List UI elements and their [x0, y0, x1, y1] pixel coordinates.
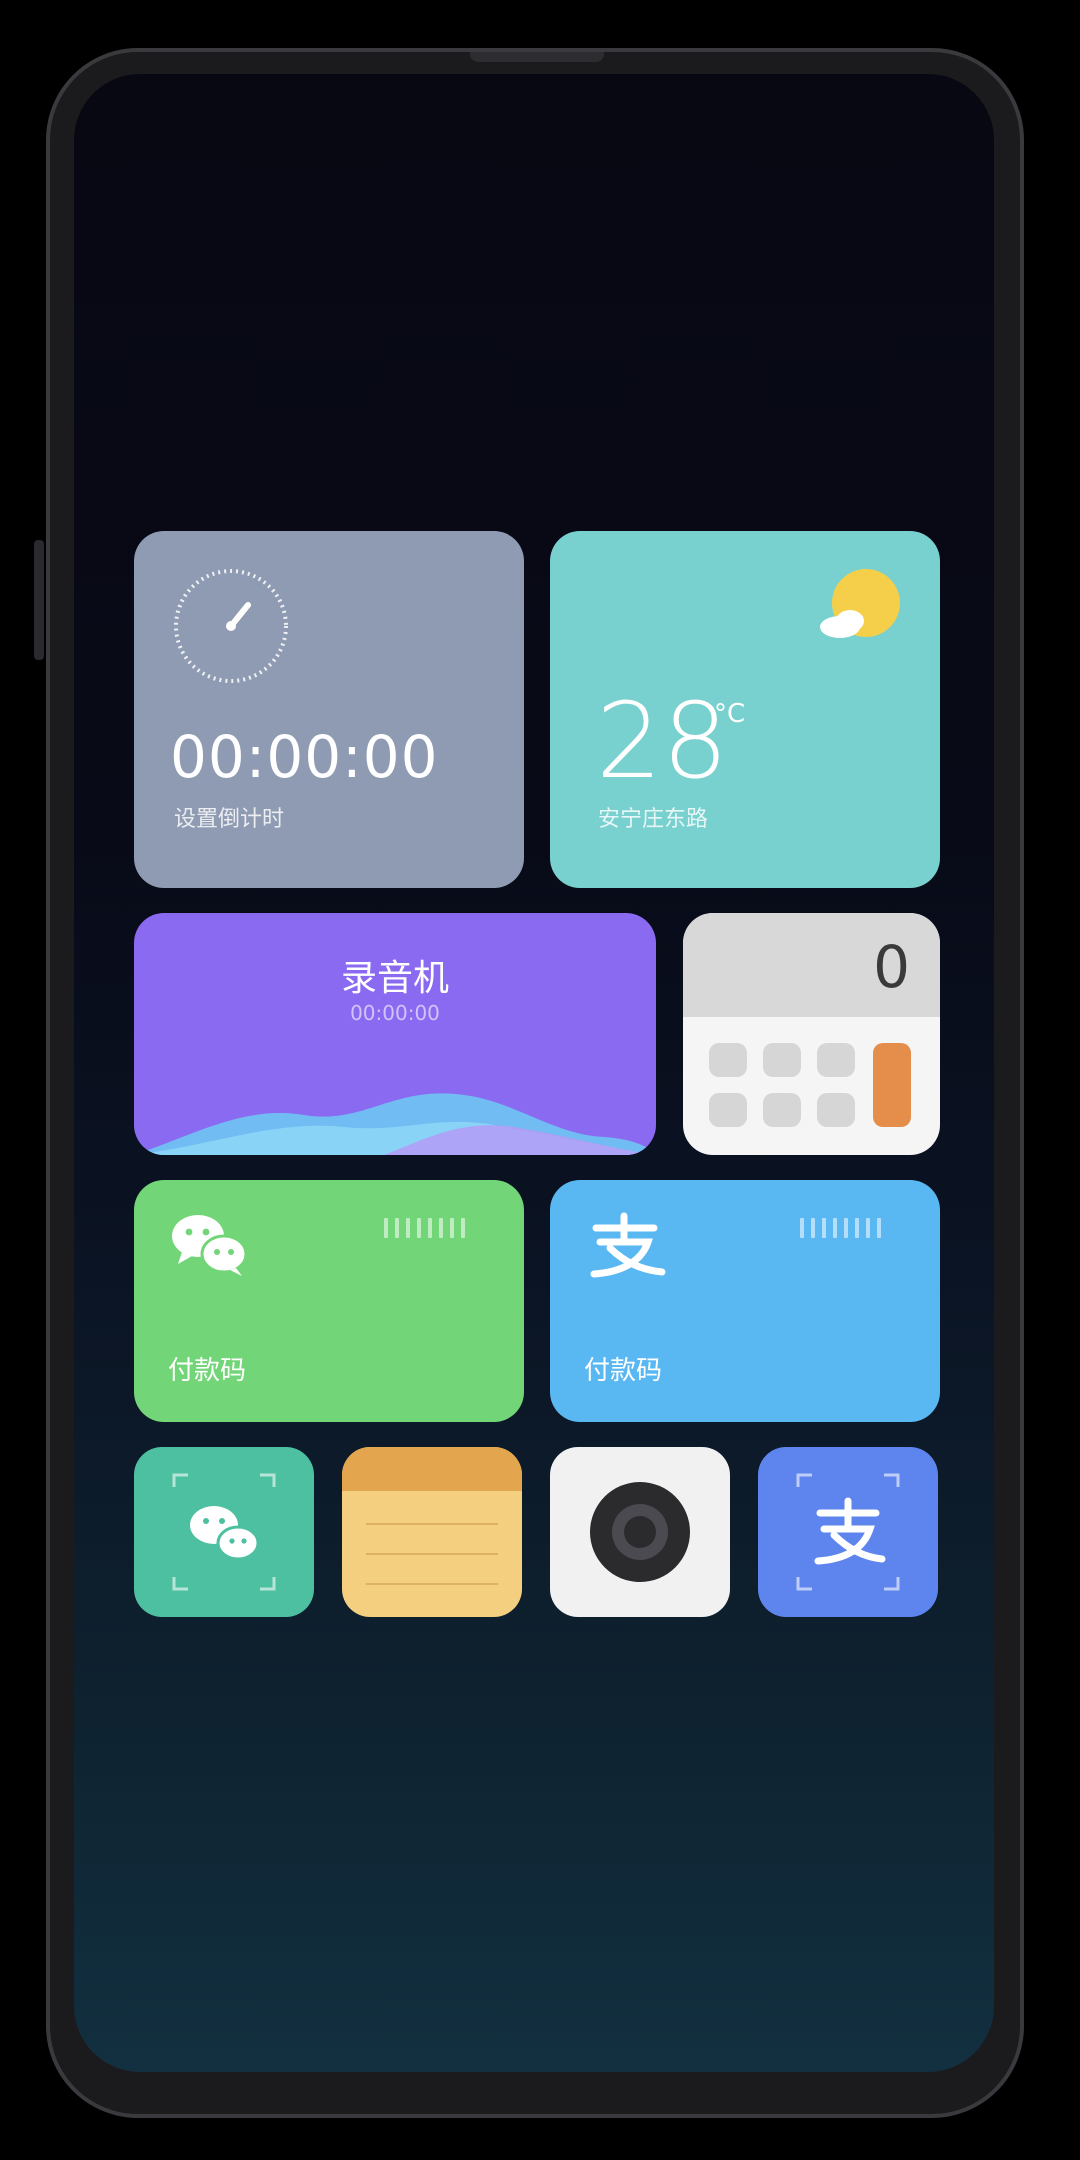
notes-line — [366, 1553, 498, 1555]
recorder-title: 录音机 — [340, 958, 449, 999]
alipay-widget[interactable]: 付款码 — [550, 1180, 940, 1422]
timer-dial-icon — [174, 569, 288, 683]
calculator-key — [817, 1093, 855, 1127]
sound-wave-icon — [134, 1093, 656, 1155]
barcode-icon — [384, 1218, 484, 1238]
calculator-equals-key — [873, 1043, 911, 1127]
temperature: 28 — [596, 680, 729, 802]
alipay-scan-shortcut[interactable] — [758, 1447, 938, 1617]
calculator-key — [709, 1043, 747, 1077]
alipay-scan-icon — [796, 1473, 900, 1591]
timer-time: 00:00:00 — [170, 723, 439, 791]
recorder-time: 00:00:00 — [350, 1001, 440, 1025]
notes-icon — [342, 1447, 522, 1491]
alipay-label: 付款码 — [584, 1356, 663, 1386]
side-button — [34, 540, 44, 660]
recorder-widget[interactable]: 录音机 00:00:00 — [134, 913, 656, 1155]
calculator-key — [763, 1043, 801, 1077]
wechat-pay-widget[interactable]: 付款码 — [134, 1180, 524, 1422]
camera-icon — [590, 1482, 690, 1582]
sun-cloud-icon — [820, 569, 900, 638]
calculator-key — [763, 1093, 801, 1127]
timer-widget[interactable]: 00:00:00 设置倒计时 — [134, 531, 524, 888]
timer-label: 设置倒计时 — [174, 807, 285, 832]
notes-shortcut[interactable] — [342, 1447, 522, 1617]
weather-widget[interactable]: 28 °C 安宁庄东路 — [550, 531, 940, 888]
location-label: 安宁庄东路 — [598, 807, 709, 832]
notch — [470, 52, 604, 62]
wechat-scan-shortcut[interactable] — [134, 1447, 314, 1617]
calculator-display: 0 — [873, 933, 910, 1001]
calculator-display-area: 0 — [683, 913, 940, 1017]
temperature-unit: °C — [714, 699, 746, 729]
wechat-pay-label: 付款码 — [168, 1356, 247, 1386]
calculator-key — [709, 1093, 747, 1127]
notes-line — [366, 1523, 498, 1525]
alipay-icon — [590, 1212, 666, 1278]
calculator-widget[interactable]: 0 — [683, 913, 940, 1155]
camera-shortcut[interactable] — [550, 1447, 730, 1617]
calculator-key — [817, 1043, 855, 1077]
wechat-scan-icon — [172, 1473, 276, 1591]
notes-line — [366, 1583, 498, 1585]
barcode-icon — [800, 1218, 900, 1238]
wechat-icon — [172, 1215, 248, 1276]
